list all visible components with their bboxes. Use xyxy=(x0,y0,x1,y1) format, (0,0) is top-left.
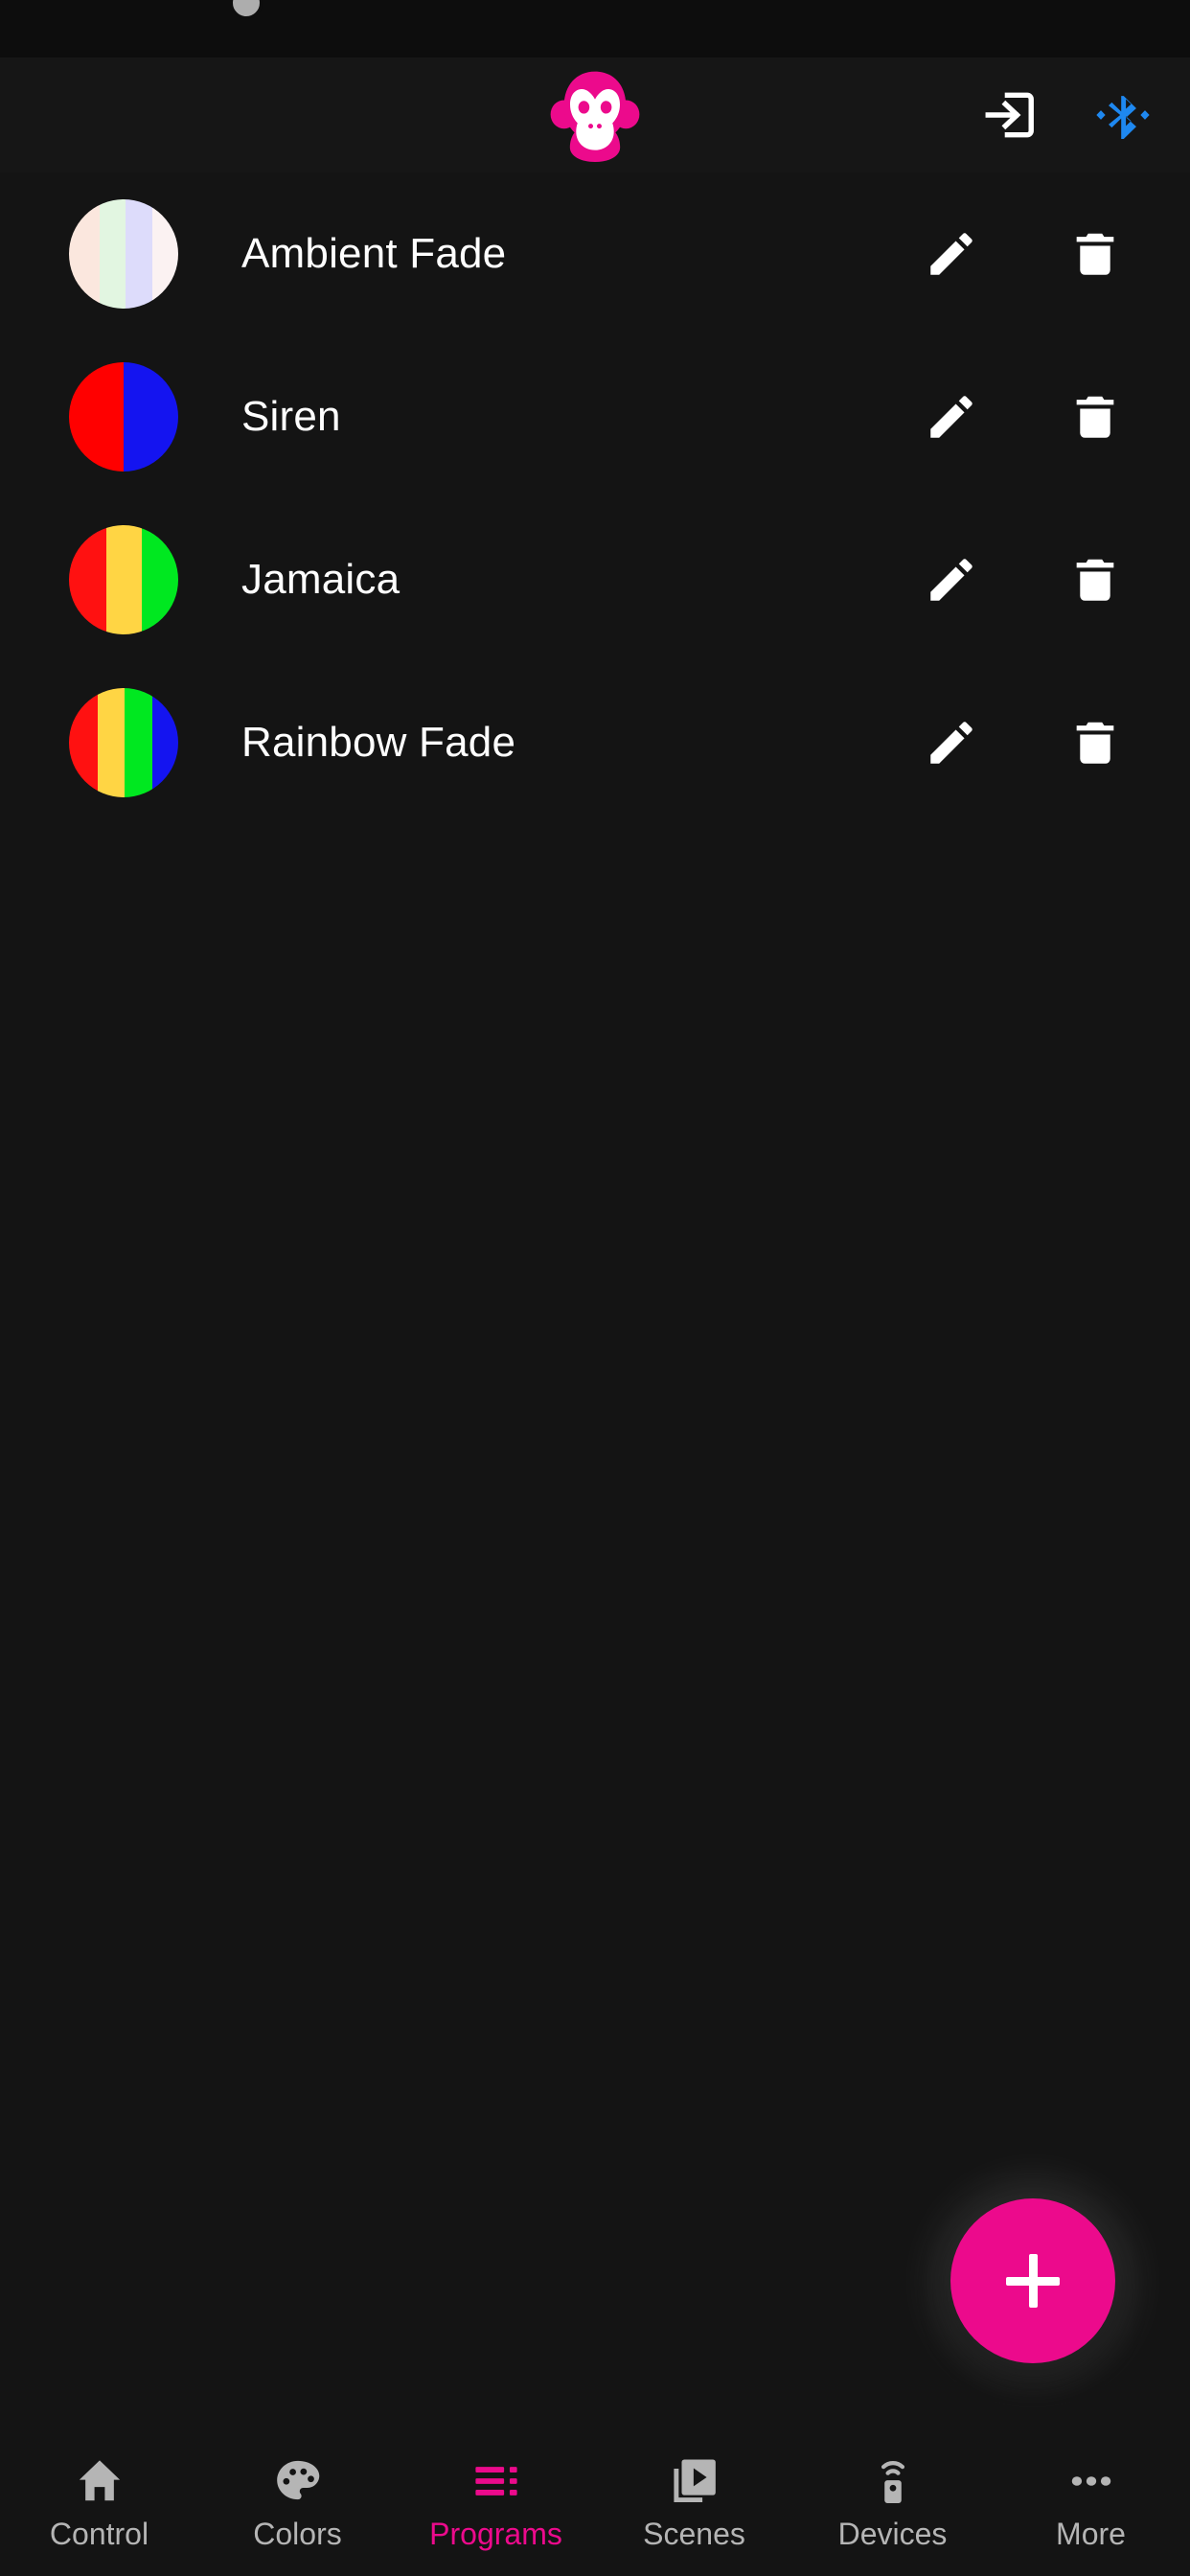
program-color-swatch xyxy=(69,362,178,472)
table-row[interactable]: Ambient Fade xyxy=(0,172,1190,335)
row-actions xyxy=(920,548,1127,611)
monkey-logo xyxy=(544,65,646,167)
table-row[interactable]: Siren xyxy=(0,335,1190,498)
program-color-swatch xyxy=(69,688,178,797)
pencil-icon[interactable] xyxy=(920,222,983,286)
table-row[interactable]: Jamaica xyxy=(0,498,1190,661)
trash-icon[interactable] xyxy=(1064,222,1127,286)
program-name: Rainbow Fade xyxy=(241,719,516,766)
scenes-library-icon xyxy=(669,2451,721,2507)
bottom-navigation: Control Colors Programs Scenes Devices M… xyxy=(0,2432,1190,2576)
tab-colors[interactable]: Colors xyxy=(198,2432,397,2568)
row-actions xyxy=(920,711,1127,774)
program-name: Ambient Fade xyxy=(241,230,507,277)
plus-icon-horizontal xyxy=(1006,2276,1060,2286)
bluetooth-connected-icon[interactable] xyxy=(1088,80,1157,150)
home-icon xyxy=(74,2451,126,2507)
pencil-icon[interactable] xyxy=(920,385,983,448)
remote-device-icon xyxy=(867,2451,919,2507)
trash-icon[interactable] xyxy=(1064,711,1127,774)
trash-icon[interactable] xyxy=(1064,548,1127,611)
program-color-swatch xyxy=(69,525,178,634)
palette-icon xyxy=(272,2451,324,2507)
program-list-icon xyxy=(470,2451,522,2507)
app-screen: Ambient Fade Siren Jamaica Rainbow Fade … xyxy=(0,0,1190,2576)
program-name: Jamaica xyxy=(241,556,400,603)
app-bar xyxy=(0,58,1190,172)
table-row[interactable]: Rainbow Fade xyxy=(0,661,1190,824)
tab-label: More xyxy=(1056,2517,1126,2551)
tab-programs[interactable]: Programs xyxy=(397,2432,595,2568)
more-dots-icon xyxy=(1065,2451,1117,2507)
add-program-button[interactable] xyxy=(950,2198,1115,2363)
login-icon[interactable] xyxy=(975,80,1044,150)
trash-icon[interactable] xyxy=(1064,385,1127,448)
tab-control[interactable]: Control xyxy=(0,2432,198,2568)
pencil-icon[interactable] xyxy=(920,711,983,774)
pencil-icon[interactable] xyxy=(920,548,983,611)
tab-label: Devices xyxy=(837,2517,948,2551)
program-list: Ambient Fade Siren Jamaica Rainbow Fade xyxy=(0,172,1190,2432)
tab-label: Scenes xyxy=(643,2517,745,2551)
tab-label: Control xyxy=(49,2517,149,2551)
row-actions xyxy=(920,222,1127,286)
program-name: Siren xyxy=(241,393,341,440)
app-bar-actions xyxy=(975,58,1157,172)
tab-devices[interactable]: Devices xyxy=(793,2432,992,2568)
tab-label: Programs xyxy=(429,2517,562,2551)
tab-label: Colors xyxy=(253,2517,342,2551)
tab-scenes[interactable]: Scenes xyxy=(595,2432,793,2568)
status-bar xyxy=(0,0,1190,58)
tab-more[interactable]: More xyxy=(992,2432,1190,2568)
row-actions xyxy=(920,385,1127,448)
status-bar-indicator-icon xyxy=(230,0,263,19)
program-color-swatch xyxy=(69,199,178,309)
